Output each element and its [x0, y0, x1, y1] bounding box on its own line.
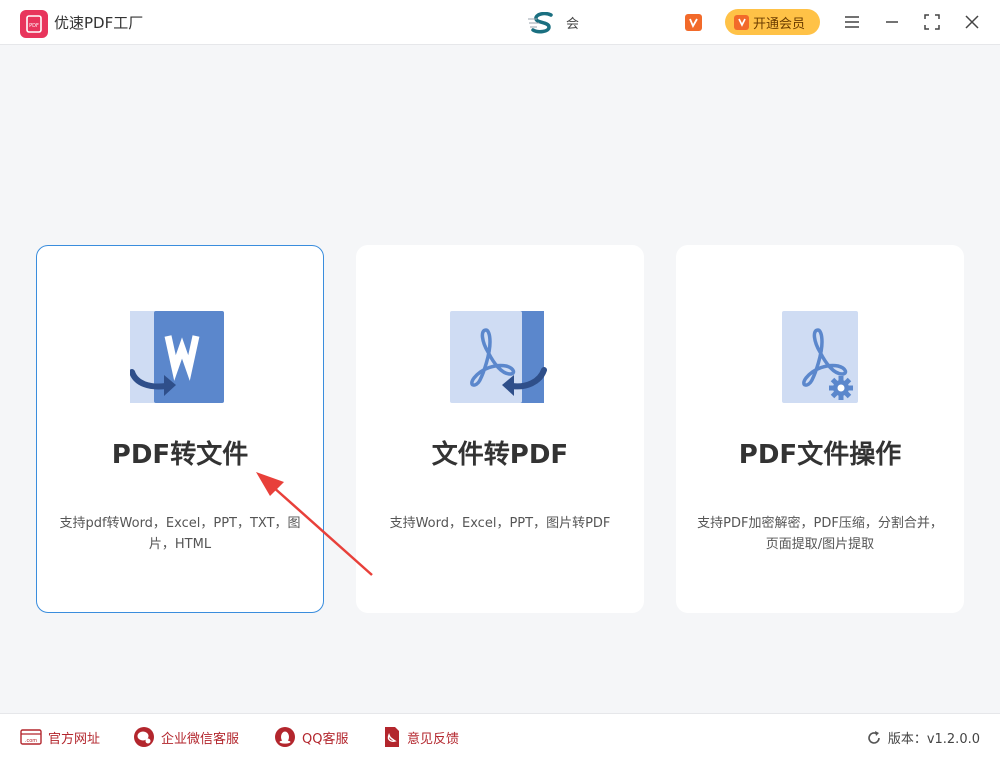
wechat-work-service-link[interactable]: 企业微信客服	[133, 726, 239, 748]
user-avatar-icon[interactable]	[527, 12, 559, 34]
footer-link-label: 官方网址	[48, 731, 101, 747]
maximize-icon[interactable]	[922, 12, 942, 32]
footer-link-label: QQ客服	[302, 731, 349, 747]
annotation-arrow-icon	[256, 472, 373, 576]
close-icon[interactable]	[962, 12, 982, 32]
app-logo-icon: PDF	[20, 10, 48, 38]
footer-link-label: 意见反馈	[407, 731, 460, 747]
qq-service-link[interactable]: QQ客服	[274, 726, 348, 748]
footer-bar: .com 官方网址 企业微信客服 QQ客服 意见反馈 版本：v1.2.0.0	[0, 713, 1000, 760]
svg-text:.com: .com	[25, 738, 37, 744]
card-title: 文件转PDF	[431, 440, 569, 470]
card-description: 支持Word，Excel，PPT，图片转PDF	[389, 516, 611, 531]
official-website-link[interactable]: .com 官方网址	[20, 726, 100, 748]
footer-link-label: 企业微信客服	[161, 731, 240, 747]
title-bar: PDF 优速PDF工厂 会 开通会员	[0, 0, 1000, 45]
card-pdf-operations[interactable]: PDF文件操作 支持PDF加密解密，PDF压缩，分割合并，页面提取/图片提取	[676, 245, 964, 613]
vip-crown-icon	[734, 14, 749, 30]
gear-icon	[829, 376, 853, 400]
app-title: 优速PDF工厂	[54, 14, 144, 32]
svg-text:PDF: PDF	[29, 23, 39, 29]
vip-badge-icon[interactable]	[685, 14, 702, 31]
card-title: PDF文件操作	[738, 440, 902, 470]
minimize-icon[interactable]	[882, 12, 902, 32]
card-description: 支持PDF加密解密，PDF压缩，分割合并，页面提取/图片提取	[697, 516, 943, 552]
pdf-to-word-icon	[130, 311, 224, 403]
refresh-icon	[868, 730, 880, 744]
version-info[interactable]: 版本：v1.2.0.0	[866, 728, 980, 747]
website-icon: .com	[20, 729, 42, 745]
card-file-to-pdf[interactable]: 文件转PDF 支持Word，Excel，PPT，图片转PDF	[356, 245, 644, 613]
version-label: 版本：v1.2.0.0	[887, 732, 980, 747]
pdf-operations-icon	[782, 311, 858, 403]
qq-icon	[275, 727, 295, 747]
open-vip-label: 开通会员	[753, 16, 806, 32]
wechat-work-icon	[134, 727, 154, 747]
open-vip-button[interactable]: 开通会员	[725, 9, 820, 35]
menu-icon[interactable]	[842, 12, 862, 32]
feedback-link[interactable]: 意见反馈	[383, 726, 459, 748]
app-window: PDF 优速PDF工厂 会 开通会员 PDF转文件 支持pdf转Word，Exc…	[0, 0, 1000, 760]
file-to-pdf-icon	[450, 311, 547, 403]
user-name[interactable]: 会	[566, 13, 579, 32]
feedback-icon	[385, 727, 399, 747]
card-title: PDF转文件	[111, 440, 249, 470]
